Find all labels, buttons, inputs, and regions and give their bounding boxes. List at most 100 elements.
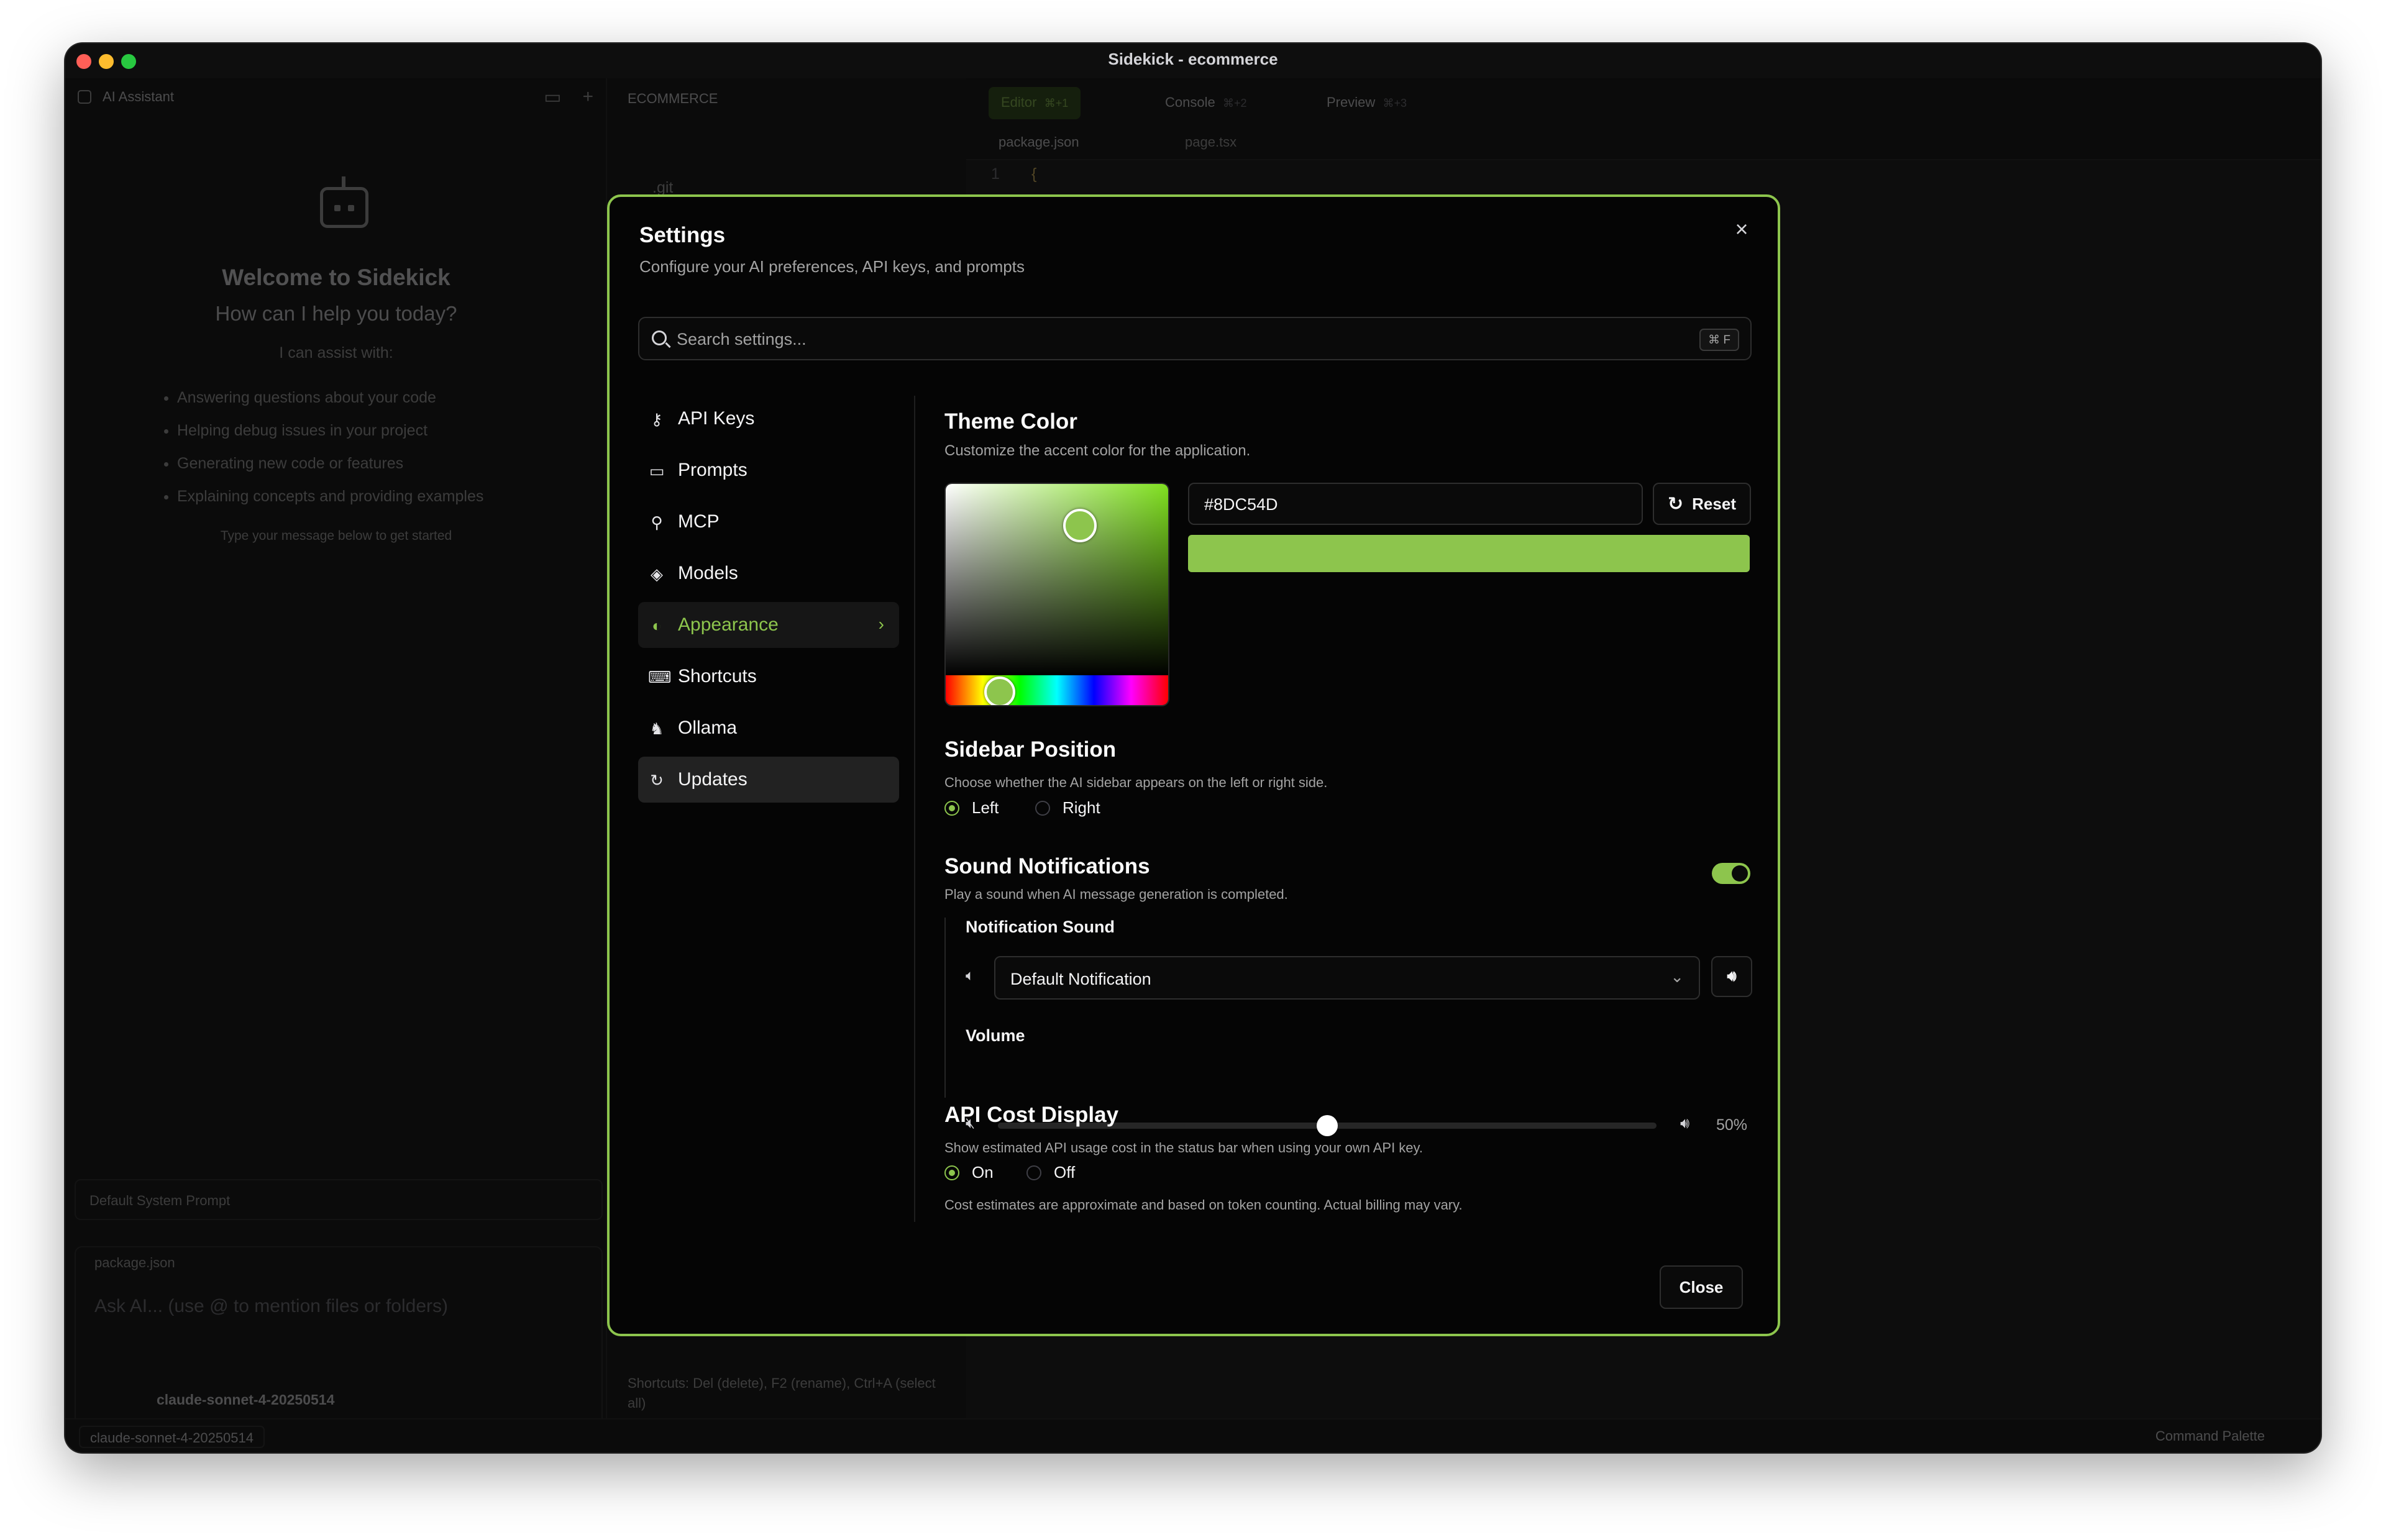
search-shortcut-badge: ⌘ F [1699, 329, 1739, 351]
nav-item-label: Appearance [678, 614, 779, 635]
chat-history-icon[interactable]: ▭ [544, 86, 561, 108]
llama-icon: ♞ [649, 719, 664, 738]
volume-percent: 50% [1716, 1116, 1748, 1134]
radio-label: Right [1063, 798, 1100, 817]
nav-item-appearance[interactable]: ◐ Appearance › [638, 602, 899, 648]
settings-search: ⌘ F [638, 317, 1752, 360]
nav-item-label: MCP [678, 511, 720, 532]
file-tab-page-tsx[interactable]: page.tsx [1171, 129, 1250, 155]
editor-mode-tabs: Editor ⌘+1 Console ⌘+2 Preview ⌘+3 [966, 78, 2321, 123]
radio-sidebar-left[interactable]: Left [944, 798, 999, 818]
palette-icon: ◐ [652, 616, 662, 635]
radio-indicator [1035, 800, 1050, 816]
nav-item-mcp[interactable]: ⚲ MCP [638, 499, 899, 545]
tab-console[interactable]: Console ⌘+2 [1153, 87, 1259, 119]
nav-item-api-keys[interactable]: ⚷ API Keys [638, 396, 899, 442]
radio-api-cost-on[interactable]: On [944, 1163, 994, 1182]
speaker-icon: 🔊︎ [1727, 968, 1737, 985]
start-hint: Type your message below to get started [220, 529, 452, 543]
api-cost-heading: API Cost Display [944, 1103, 1119, 1127]
list-item: Helping debug issues in your project [177, 414, 483, 447]
chat-composer: package.json Ask AI... (use @ to mention… [75, 1246, 603, 1433]
system-prompt-select[interactable]: Default System Prompt [75, 1179, 603, 1220]
notification-sound-select[interactable]: Default Notification ⌄ [994, 956, 1700, 1000]
chat-input[interactable]: Ask AI... (use @ to mention files or fol… [94, 1296, 448, 1317]
welcome-title: Welcome to Sidekick [222, 265, 450, 290]
code-line: { [1031, 165, 1037, 183]
settings-subtitle: Configure your AI preferences, API keys,… [639, 257, 1025, 276]
tab-editor[interactable]: Editor ⌘+1 [989, 87, 1081, 119]
theme-color-heading: Theme Color [944, 409, 1077, 434]
model-selector[interactable]: claude-sonnet-4-20250514 [157, 1392, 334, 1408]
radio-indicator [944, 800, 959, 816]
bot-icon [78, 90, 91, 104]
nav-item-models[interactable]: ◈ Models [638, 550, 899, 596]
radio-api-cost-off[interactable]: Off [1026, 1163, 1075, 1182]
status-bar: claude-sonnet-4-20250514 Command Palette [65, 1418, 2321, 1452]
speaker-icon: 🔊︎ [1680, 1115, 1690, 1132]
radio-indicator [1026, 1165, 1041, 1180]
key-icon: ⚷ [651, 410, 663, 429]
sound-notifications-heading: Sound Notifications [944, 854, 1150, 878]
shortcuts-line-1: Shortcuts: Del (delete), F2 (rename), Ct… [628, 1375, 936, 1411]
settings-title: Settings [639, 223, 726, 247]
ai-sidebar-header: AI Assistant ▭ + [65, 78, 606, 116]
hue-slider[interactable] [946, 675, 1168, 705]
refresh-icon: ↻ [650, 771, 664, 790]
list-item: Explaining concepts and providing exampl… [177, 480, 483, 513]
close-button[interactable]: Close [1660, 1265, 1743, 1309]
api-cost-description: Show estimated API usage cost in the sta… [944, 1140, 1424, 1155]
radio-label: Off [1054, 1163, 1076, 1182]
saturation-thumb[interactable] [1063, 509, 1097, 542]
nav-item-label: Updates [678, 769, 747, 790]
settings-nav: ⚷ API Keys ▭ Prompts ⚲ MCP ◈ Models ◐ Ap… [638, 396, 899, 808]
command-palette-button[interactable]: Command Palette [2155, 1428, 2265, 1444]
volume-label: Volume [966, 1026, 1025, 1045]
reset-label: Reset [1692, 494, 1736, 513]
settings-dialog: Settings Configure your AI preferences, … [607, 194, 1780, 1336]
sidebar-position-heading: Sidebar Position [944, 737, 1117, 762]
sound-notifications-description: Play a sound when AI message generation … [944, 886, 1288, 902]
radio-indicator [944, 1165, 959, 1180]
color-picker[interactable] [944, 483, 1169, 706]
preview-sound-button[interactable]: 🔊︎ [1711, 956, 1752, 997]
sound-toggle[interactable] [1712, 863, 1750, 884]
radio-label: Left [972, 798, 999, 817]
message-icon: ▭ [649, 462, 665, 480]
hex-input[interactable] [1204, 493, 1627, 516]
nav-item-ollama[interactable]: ♞ Ollama [638, 705, 899, 751]
nav-item-label: Prompts [678, 460, 747, 480]
file-tab-package-json[interactable]: package.json [985, 129, 1093, 155]
close-icon[interactable]: × [1728, 216, 1755, 243]
status-model-badge[interactable]: claude-sonnet-4-20250514 [79, 1426, 265, 1448]
volume-thumb[interactable] [1317, 1115, 1338, 1136]
search-input[interactable] [677, 327, 1671, 352]
keyboard-icon: ⌨ [648, 668, 672, 686]
attached-file-chip[interactable]: package.json [94, 1255, 175, 1271]
welcome-subtitle: How can I help you today? [215, 302, 457, 325]
line-number: 1 [991, 165, 1000, 183]
api-cost-note: Cost estimates are approximate and based… [944, 1197, 1463, 1213]
new-chat-icon[interactable]: + [582, 86, 593, 108]
radio-sidebar-right[interactable]: Right [1035, 798, 1100, 818]
nav-item-prompts[interactable]: ▭ Prompts [638, 447, 899, 493]
color-preview-swatch [1188, 535, 1750, 572]
notification-sound-label: Notification Sound [966, 918, 1115, 936]
saturation-value-area[interactable] [946, 484, 1168, 675]
list-item: Generating new code or features [177, 447, 483, 480]
radio-label: On [972, 1163, 994, 1182]
assist-intro: I can assist with: [279, 344, 393, 362]
tab-preview[interactable]: Preview ⌘+3 [1314, 87, 1419, 119]
chevron-right-icon: › [878, 614, 884, 634]
hex-field-wrapper [1188, 483, 1643, 525]
capabilities-list: Answering questions about your code Help… [177, 381, 483, 513]
hue-thumb[interactable] [984, 677, 1015, 705]
reset-button[interactable]: ↻ Reset [1653, 483, 1751, 525]
sound-options: Notification Sound 🔈︎ Default Notificati… [944, 918, 1752, 1136]
plug-icon: ⚲ [651, 513, 663, 532]
nav-item-updates[interactable]: ↻ Updates [638, 757, 899, 803]
list-item: Answering questions about your code [177, 381, 483, 414]
nav-item-shortcuts[interactable]: ⌨ Shortcuts [638, 654, 899, 699]
nav-item-label: Shortcuts [678, 666, 757, 686]
explorer-title: ECOMMERCE [628, 91, 718, 106]
